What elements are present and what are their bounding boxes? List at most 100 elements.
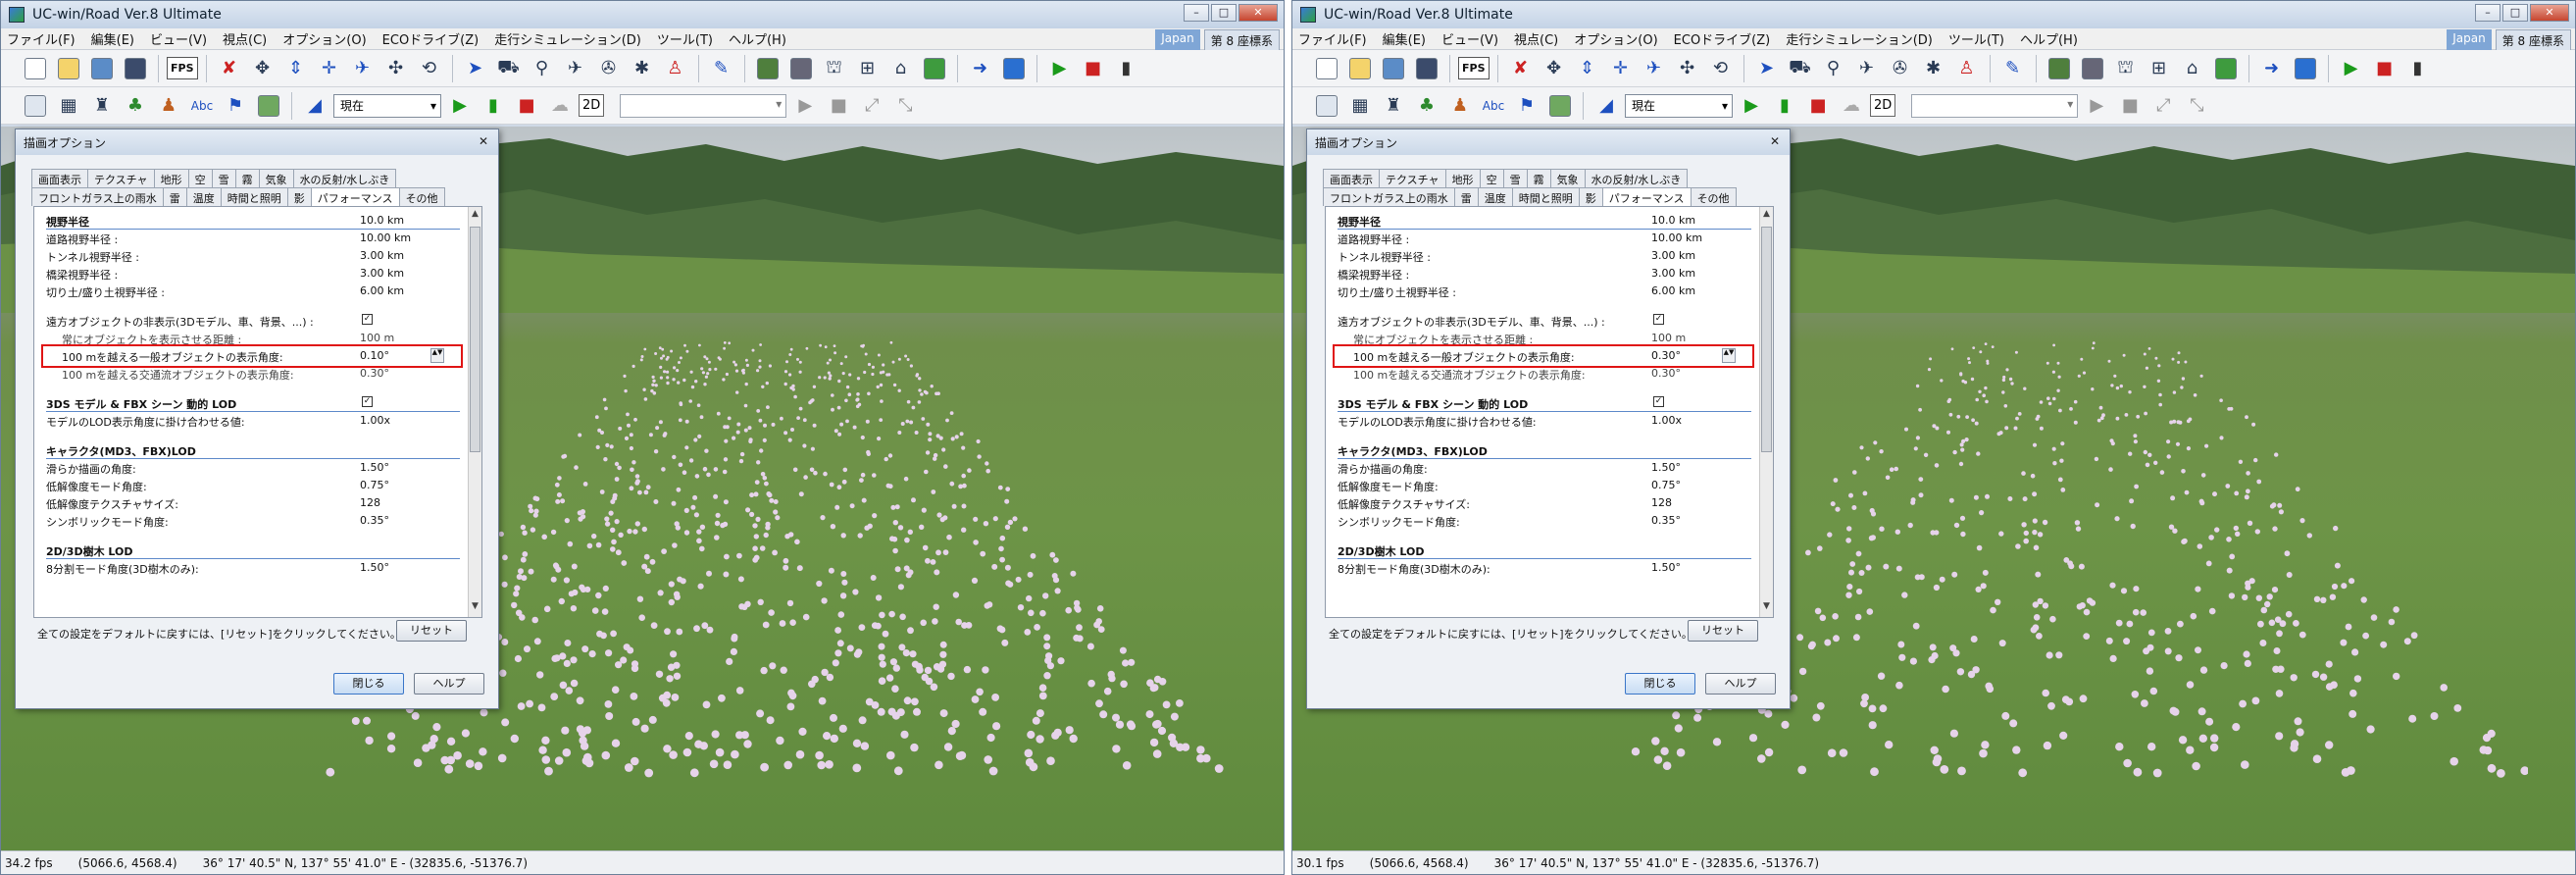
text-icon[interactable]: Abc: [1479, 91, 1508, 121]
menu-item[interactable]: 走行シミュレーション(D): [494, 29, 641, 48]
scroll-up-icon[interactable]: ▲: [1760, 209, 1773, 223]
layers-icon[interactable]: [21, 91, 50, 121]
play-icon[interactable]: ▶: [1737, 91, 1766, 121]
menu-item[interactable]: ヘルプ(H): [2020, 29, 2078, 48]
minimize-icon[interactable]: –: [1184, 4, 1209, 22]
navigate-icon[interactable]: ✥: [1540, 54, 1569, 83]
import-icon[interactable]: [1379, 54, 1408, 83]
text-icon[interactable]: Abc: [187, 91, 217, 121]
rotate-icon[interactable]: ✣: [381, 54, 411, 83]
spinner-icon[interactable]: ▲▼: [1722, 348, 1736, 363]
person-icon[interactable]: ♙: [1952, 54, 1982, 83]
region-badge[interactable]: Japan: [1155, 29, 1200, 52]
shrink-view-icon[interactable]: ⤡: [890, 91, 920, 121]
maximize-icon[interactable]: □: [2502, 4, 2528, 22]
car-icon[interactable]: ⛟: [494, 54, 524, 83]
intersection-icon[interactable]: ⊞: [2145, 54, 2174, 83]
tab[interactable]: その他: [1690, 187, 1737, 206]
open-folder-icon[interactable]: [54, 54, 83, 83]
help-button[interactable]: ヘルプ: [1705, 673, 1776, 695]
traffic-icon[interactable]: ▮: [479, 91, 508, 121]
bike-icon[interactable]: ⚲: [528, 54, 557, 83]
fly-icon[interactable]: ✈: [1640, 54, 1669, 83]
intersection-icon[interactable]: ⊞: [853, 54, 883, 83]
dialog-close-icon[interactable]: ✕: [1766, 133, 1784, 149]
tab[interactable]: 水の反射/水しぶき: [292, 169, 397, 187]
walk-icon[interactable]: ✱: [1919, 54, 1948, 83]
setting-value[interactable]: 0.10°: [360, 349, 389, 362]
tab[interactable]: 気象: [1549, 169, 1586, 187]
menu-item[interactable]: ビュー(V): [150, 29, 207, 48]
tab[interactable]: フロントガラス上の雨水: [31, 187, 164, 206]
screenshot-icon[interactable]: [2291, 54, 2320, 83]
2d-button[interactable]: 2D: [1870, 94, 1896, 117]
sign-icon[interactable]: ♜: [1379, 91, 1408, 121]
checkbox[interactable]: ✓: [362, 396, 373, 407]
tab-performance-active[interactable]: パフォーマンス: [1601, 187, 1692, 206]
stop-disabled-icon[interactable]: ■: [2115, 91, 2145, 121]
dialog-title-bar[interactable]: 描画オプション ✕: [1307, 129, 1790, 155]
dialog-title-bar[interactable]: 描画オプション ✕: [16, 129, 498, 155]
tab[interactable]: 地形: [153, 169, 189, 187]
menu-item[interactable]: ECOドライブ(Z): [1674, 29, 1771, 48]
play-scenario-icon[interactable]: ▶: [2337, 54, 2366, 83]
tab[interactable]: 画面表示: [31, 169, 88, 187]
vertical-move-icon[interactable]: ⇕: [1573, 54, 1602, 83]
cloud-icon[interactable]: ☁: [545, 91, 575, 121]
fps-button[interactable]: FPS: [1458, 57, 1490, 79]
orbit-icon[interactable]: ⟲: [1706, 54, 1736, 83]
import-icon[interactable]: [87, 54, 117, 83]
screenshot-icon[interactable]: [999, 54, 1029, 83]
helicopter-icon[interactable]: ✈: [1852, 54, 1882, 83]
reset-button[interactable]: リセット: [396, 620, 467, 642]
grid-icon[interactable]: ▦: [1345, 91, 1375, 121]
flag-icon[interactable]: ⚑: [1512, 91, 1541, 121]
checkbox[interactable]: ✓: [1653, 314, 1664, 325]
layers-icon[interactable]: [1312, 91, 1341, 121]
save-icon[interactable]: [121, 54, 150, 83]
close-button[interactable]: 閉じる: [333, 673, 404, 695]
tab[interactable]: フロントガラス上の雨水: [1323, 187, 1455, 206]
menu-item[interactable]: 編集(E): [1383, 29, 1426, 48]
tunnel-icon[interactable]: [2078, 54, 2107, 83]
close-icon[interactable]: ✕: [1238, 4, 1278, 22]
record-icon[interactable]: ■: [2370, 54, 2399, 83]
tab[interactable]: 影: [1578, 187, 1603, 206]
tab[interactable]: 画面表示: [1323, 169, 1380, 187]
save-icon[interactable]: [1412, 54, 1441, 83]
coordinate-system-badge[interactable]: 第 8 座標系: [1203, 29, 1280, 52]
stop-scenario-icon[interactable]: ▮: [1112, 54, 1141, 83]
new-file-icon[interactable]: [21, 54, 50, 83]
maximize-icon[interactable]: □: [1211, 4, 1237, 22]
fly-icon[interactable]: ✈: [348, 54, 378, 83]
scenario-icon[interactable]: [920, 54, 949, 83]
scrollbar[interactable]: ▲ ▼: [1759, 207, 1773, 617]
time-of-day-icon[interactable]: ◢: [1591, 91, 1621, 121]
trees-icon[interactable]: ♣: [1412, 91, 1441, 121]
move-icon[interactable]: ✛: [1606, 54, 1636, 83]
cursor-tool-icon[interactable]: ✘: [1506, 54, 1536, 83]
menu-item[interactable]: 視点(C): [1514, 29, 1558, 48]
sign-icon[interactable]: ♜: [87, 91, 117, 121]
tab[interactable]: 霧: [1526, 169, 1551, 187]
stop-scenario-icon[interactable]: ▮: [2403, 54, 2433, 83]
people-icon[interactable]: ♟: [154, 91, 183, 121]
2d-button[interactable]: 2D: [579, 94, 605, 117]
menu-item[interactable]: ビュー(V): [1441, 29, 1498, 48]
title-bar[interactable]: UC-win/Road Ver.8 Ultimate – □ ✕: [1292, 1, 2575, 28]
picture-icon[interactable]: [1545, 91, 1575, 121]
record-icon[interactable]: ■: [1079, 54, 1108, 83]
time-select[interactable]: 現在: [1625, 93, 1733, 118]
new-file-icon[interactable]: [1312, 54, 1341, 83]
menu-item[interactable]: ツール(T): [1948, 29, 2004, 48]
select-pointer-icon[interactable]: ➤: [461, 54, 490, 83]
select-pointer-icon[interactable]: ➤: [1752, 54, 1782, 83]
tab[interactable]: 温度: [1477, 187, 1513, 206]
tab[interactable]: テクスチャ: [87, 169, 155, 187]
stop-icon[interactable]: ■: [512, 91, 541, 121]
model-icon[interactable]: ⌂: [886, 54, 916, 83]
setting-value[interactable]: 0.30°: [1651, 349, 1681, 362]
menu-item[interactable]: オプション(O): [282, 29, 366, 48]
scroll-thumb[interactable]: [1761, 227, 1772, 452]
tunnel-icon[interactable]: [786, 54, 816, 83]
